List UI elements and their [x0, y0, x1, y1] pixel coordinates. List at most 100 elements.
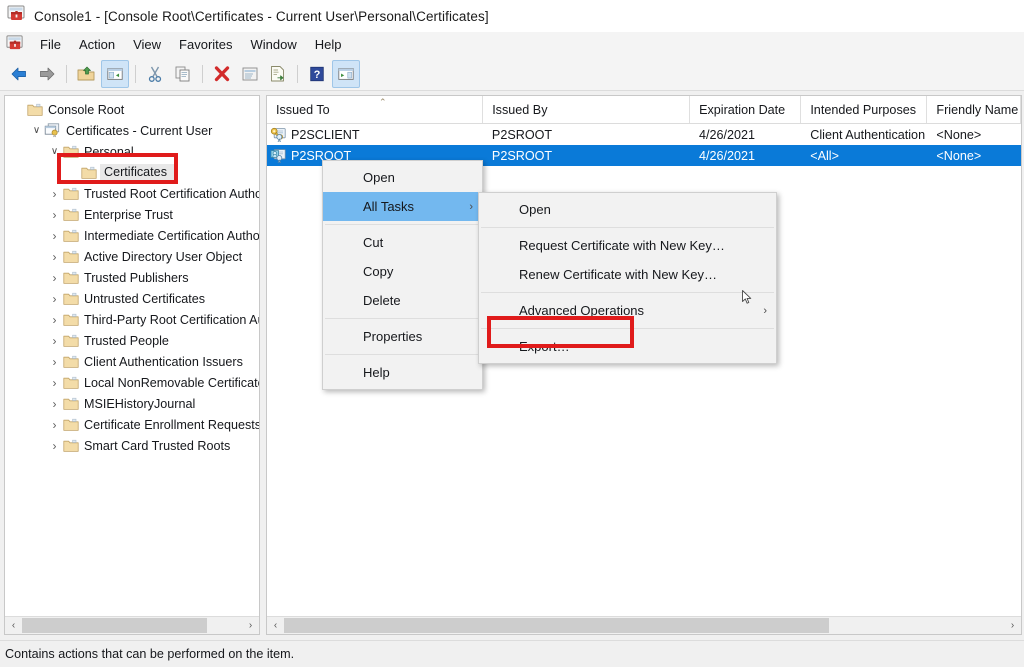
chevron-right-icon[interactable]: ›	[47, 293, 62, 305]
forward-icon[interactable]	[34, 61, 60, 87]
cell-issued-by: P2SROOT	[483, 149, 690, 163]
tree-item-certificates[interactable]: Certificates	[5, 162, 259, 183]
chevron-right-icon[interactable]: ›	[47, 272, 62, 284]
tree-item-label: Certificate Enrollment Requests	[84, 417, 260, 432]
menu-window[interactable]: Window	[242, 34, 306, 56]
tree-item-certificate-enrollment-requests[interactable]: › Certificate Enrollment Requests	[5, 414, 260, 435]
menu-favorites[interactable]: Favorites	[170, 34, 241, 56]
cell-text: P2SROOT	[491, 148, 553, 163]
submenu-item-export[interactable]: Export…	[479, 332, 776, 361]
submenu-item-request-certificate-with-new-key[interactable]: Request Certificate with New Key…	[479, 231, 776, 260]
up-folder-icon[interactable]	[73, 61, 99, 87]
menu-item-open[interactable]: Open	[323, 163, 482, 192]
cell-friendly-name: <None>	[927, 128, 1021, 142]
tree-item-active-directory-user-object[interactable]: › Active Directory User Object	[5, 246, 259, 267]
tree-item-enterprise-trust[interactable]: › Enterprise Trust	[5, 204, 259, 225]
delete-icon[interactable]	[209, 61, 235, 87]
chevron-right-icon[interactable]: ›	[47, 419, 62, 431]
menu-action[interactable]: Action	[70, 34, 124, 56]
list-column-headers[interactable]: Issued To ⌃ Issued By Expiration Date Intend…	[267, 96, 1021, 124]
tree-item-trusted-publishers[interactable]: › Trusted Publishers	[5, 267, 259, 288]
tree-scroll-left-arrow[interactable]: ‹	[5, 617, 22, 634]
chevron-right-icon[interactable]: ›	[47, 188, 62, 200]
chevron-right-icon[interactable]: ›	[47, 230, 62, 242]
chevron-right-icon[interactable]: ›	[47, 209, 62, 221]
column-header-label: Issued By	[492, 102, 548, 117]
certificate-key-icon	[270, 127, 288, 142]
tree-item-label: Trusted Publishers	[84, 270, 189, 285]
folder-icon	[62, 418, 79, 432]
certificate-row[interactable]: P2SCLIENT P2SROOT 4/26/2021 Client Authenti…	[267, 124, 1021, 145]
export-list-icon[interactable]	[265, 61, 291, 87]
tree-item-intermediate-certification-autho[interactable]: › Intermediate Certification Autho	[5, 225, 260, 246]
submenu-item-advanced-operations[interactable]: Advanced Operations ›	[479, 296, 776, 325]
tree-item-local-nonremovable-certificate[interactable]: › Local NonRemovable Certificate	[5, 372, 260, 393]
chevron-right-icon: ›	[763, 304, 767, 317]
list-scroll-left-arrow[interactable]: ‹	[267, 617, 284, 634]
cell-friendly-name: <None>	[927, 149, 1021, 163]
menu-item-delete[interactable]: Delete	[323, 286, 482, 315]
column-header-expiration-date[interactable]: Expiration Date	[690, 96, 802, 123]
column-header-intended-purposes[interactable]: Intended Purposes	[801, 96, 928, 123]
column-header-issued-to[interactable]: Issued To ⌃	[267, 96, 484, 123]
chevron-right-icon[interactable]: ›	[47, 398, 62, 410]
menu-item-all-tasks[interactable]: All Tasks ›	[323, 192, 482, 221]
submenu-item-open[interactable]: Open	[479, 195, 776, 224]
all-tasks-submenu[interactable]: Open Request Certificate with New Key… Ren…	[478, 192, 777, 364]
console-tree[interactable]: Console Root ∨ Certificates - Current User…	[5, 96, 259, 456]
chevron-right-icon[interactable]: ›	[47, 251, 62, 263]
tree-item-label: MSIEHistoryJournal	[84, 396, 196, 411]
menu-item-help[interactable]: Help	[323, 358, 482, 387]
menu-item-label: Renew Certificate with New Key…	[519, 267, 717, 282]
help-icon[interactable]: ?	[304, 61, 330, 87]
menu-item-properties[interactable]: Properties	[323, 322, 482, 351]
submenu-item-renew-certificate-with-new-key[interactable]: Renew Certificate with New Key…	[479, 260, 776, 289]
show-action-pane-icon[interactable]	[332, 60, 360, 88]
menu-view[interactable]: View	[124, 34, 170, 56]
properties-icon[interactable]	[237, 61, 263, 87]
menu-file[interactable]: File	[31, 34, 70, 56]
tree-item-untrusted-certificates[interactable]: › Untrusted Certificates	[5, 288, 259, 309]
tree-item-personal[interactable]: ∨ Personal	[5, 141, 259, 162]
tree-scroll-right-arrow[interactable]: ›	[242, 617, 259, 634]
tree-item-smart-card-trusted-roots[interactable]: › Smart Card Trusted Roots	[5, 435, 259, 456]
context-menu[interactable]: Open All Tasks › Cut Copy Delete Properties Hel…	[322, 160, 483, 390]
folder-icon	[62, 397, 79, 411]
menu-item-label: All Tasks	[363, 199, 415, 214]
chevron-right-icon[interactable]: ›	[47, 377, 62, 389]
cell-intended-purposes: Client Authentication	[801, 128, 927, 142]
tree-item-console-root[interactable]: Console Root	[5, 99, 259, 120]
show-hide-tree-icon[interactable]	[101, 60, 129, 88]
list-scroll-track[interactable]	[284, 617, 1004, 634]
copy-icon[interactable]	[170, 61, 196, 87]
cell-text: Client Authentication	[810, 127, 926, 142]
chevron-right-icon[interactable]: ›	[47, 440, 62, 452]
menu-item-cut[interactable]: Cut	[323, 228, 482, 257]
menu-item-copy[interactable]: Copy	[323, 257, 482, 286]
tree-item-third-party-root-certification-au[interactable]: › Third-Party Root Certification Au	[5, 309, 260, 330]
tree-item-certificates-current-user[interactable]: ∨ Certificates - Current User	[5, 120, 259, 141]
list-scroll-right-arrow[interactable]: ›	[1004, 617, 1021, 634]
cut-icon[interactable]	[142, 61, 168, 87]
chevron-right-icon[interactable]: ›	[47, 356, 62, 368]
menu-help[interactable]: Help	[306, 34, 351, 56]
tree-scroll-thumb[interactable]	[22, 618, 207, 633]
tree-item-msiehistoryjournal[interactable]: › MSIEHistoryJournal	[5, 393, 259, 414]
list-scroll-thumb[interactable]	[284, 618, 829, 633]
tree-item-trusted-people[interactable]: › Trusted People	[5, 330, 259, 351]
column-header-friendly-name[interactable]: Friendly Name	[927, 96, 1021, 123]
column-header-issued-by[interactable]: Issued By	[483, 96, 691, 123]
chevron-right-icon[interactable]: ›	[47, 314, 62, 326]
tree-item-client-authentication-issuers[interactable]: › Client Authentication Issuers	[5, 351, 259, 372]
menu-item-label: Cut	[363, 235, 384, 250]
chevron-down-icon[interactable]: ∨	[29, 125, 44, 136]
tree-scroll-track[interactable]	[22, 617, 242, 634]
chevron-right-icon[interactable]: ›	[47, 335, 62, 347]
back-icon[interactable]	[6, 61, 32, 87]
list-horizontal-scrollbar[interactable]: ‹ ›	[267, 616, 1021, 634]
tree-item-trusted-root-certification-autho[interactable]: › Trusted Root Certification Autho	[5, 183, 260, 204]
tree-item-label: Trusted Root Certification Autho	[84, 186, 260, 201]
mmc-console-icon	[6, 34, 24, 57]
chevron-down-icon[interactable]: ∨	[47, 146, 62, 157]
tree-horizontal-scrollbar[interactable]: ‹ ›	[5, 616, 259, 634]
